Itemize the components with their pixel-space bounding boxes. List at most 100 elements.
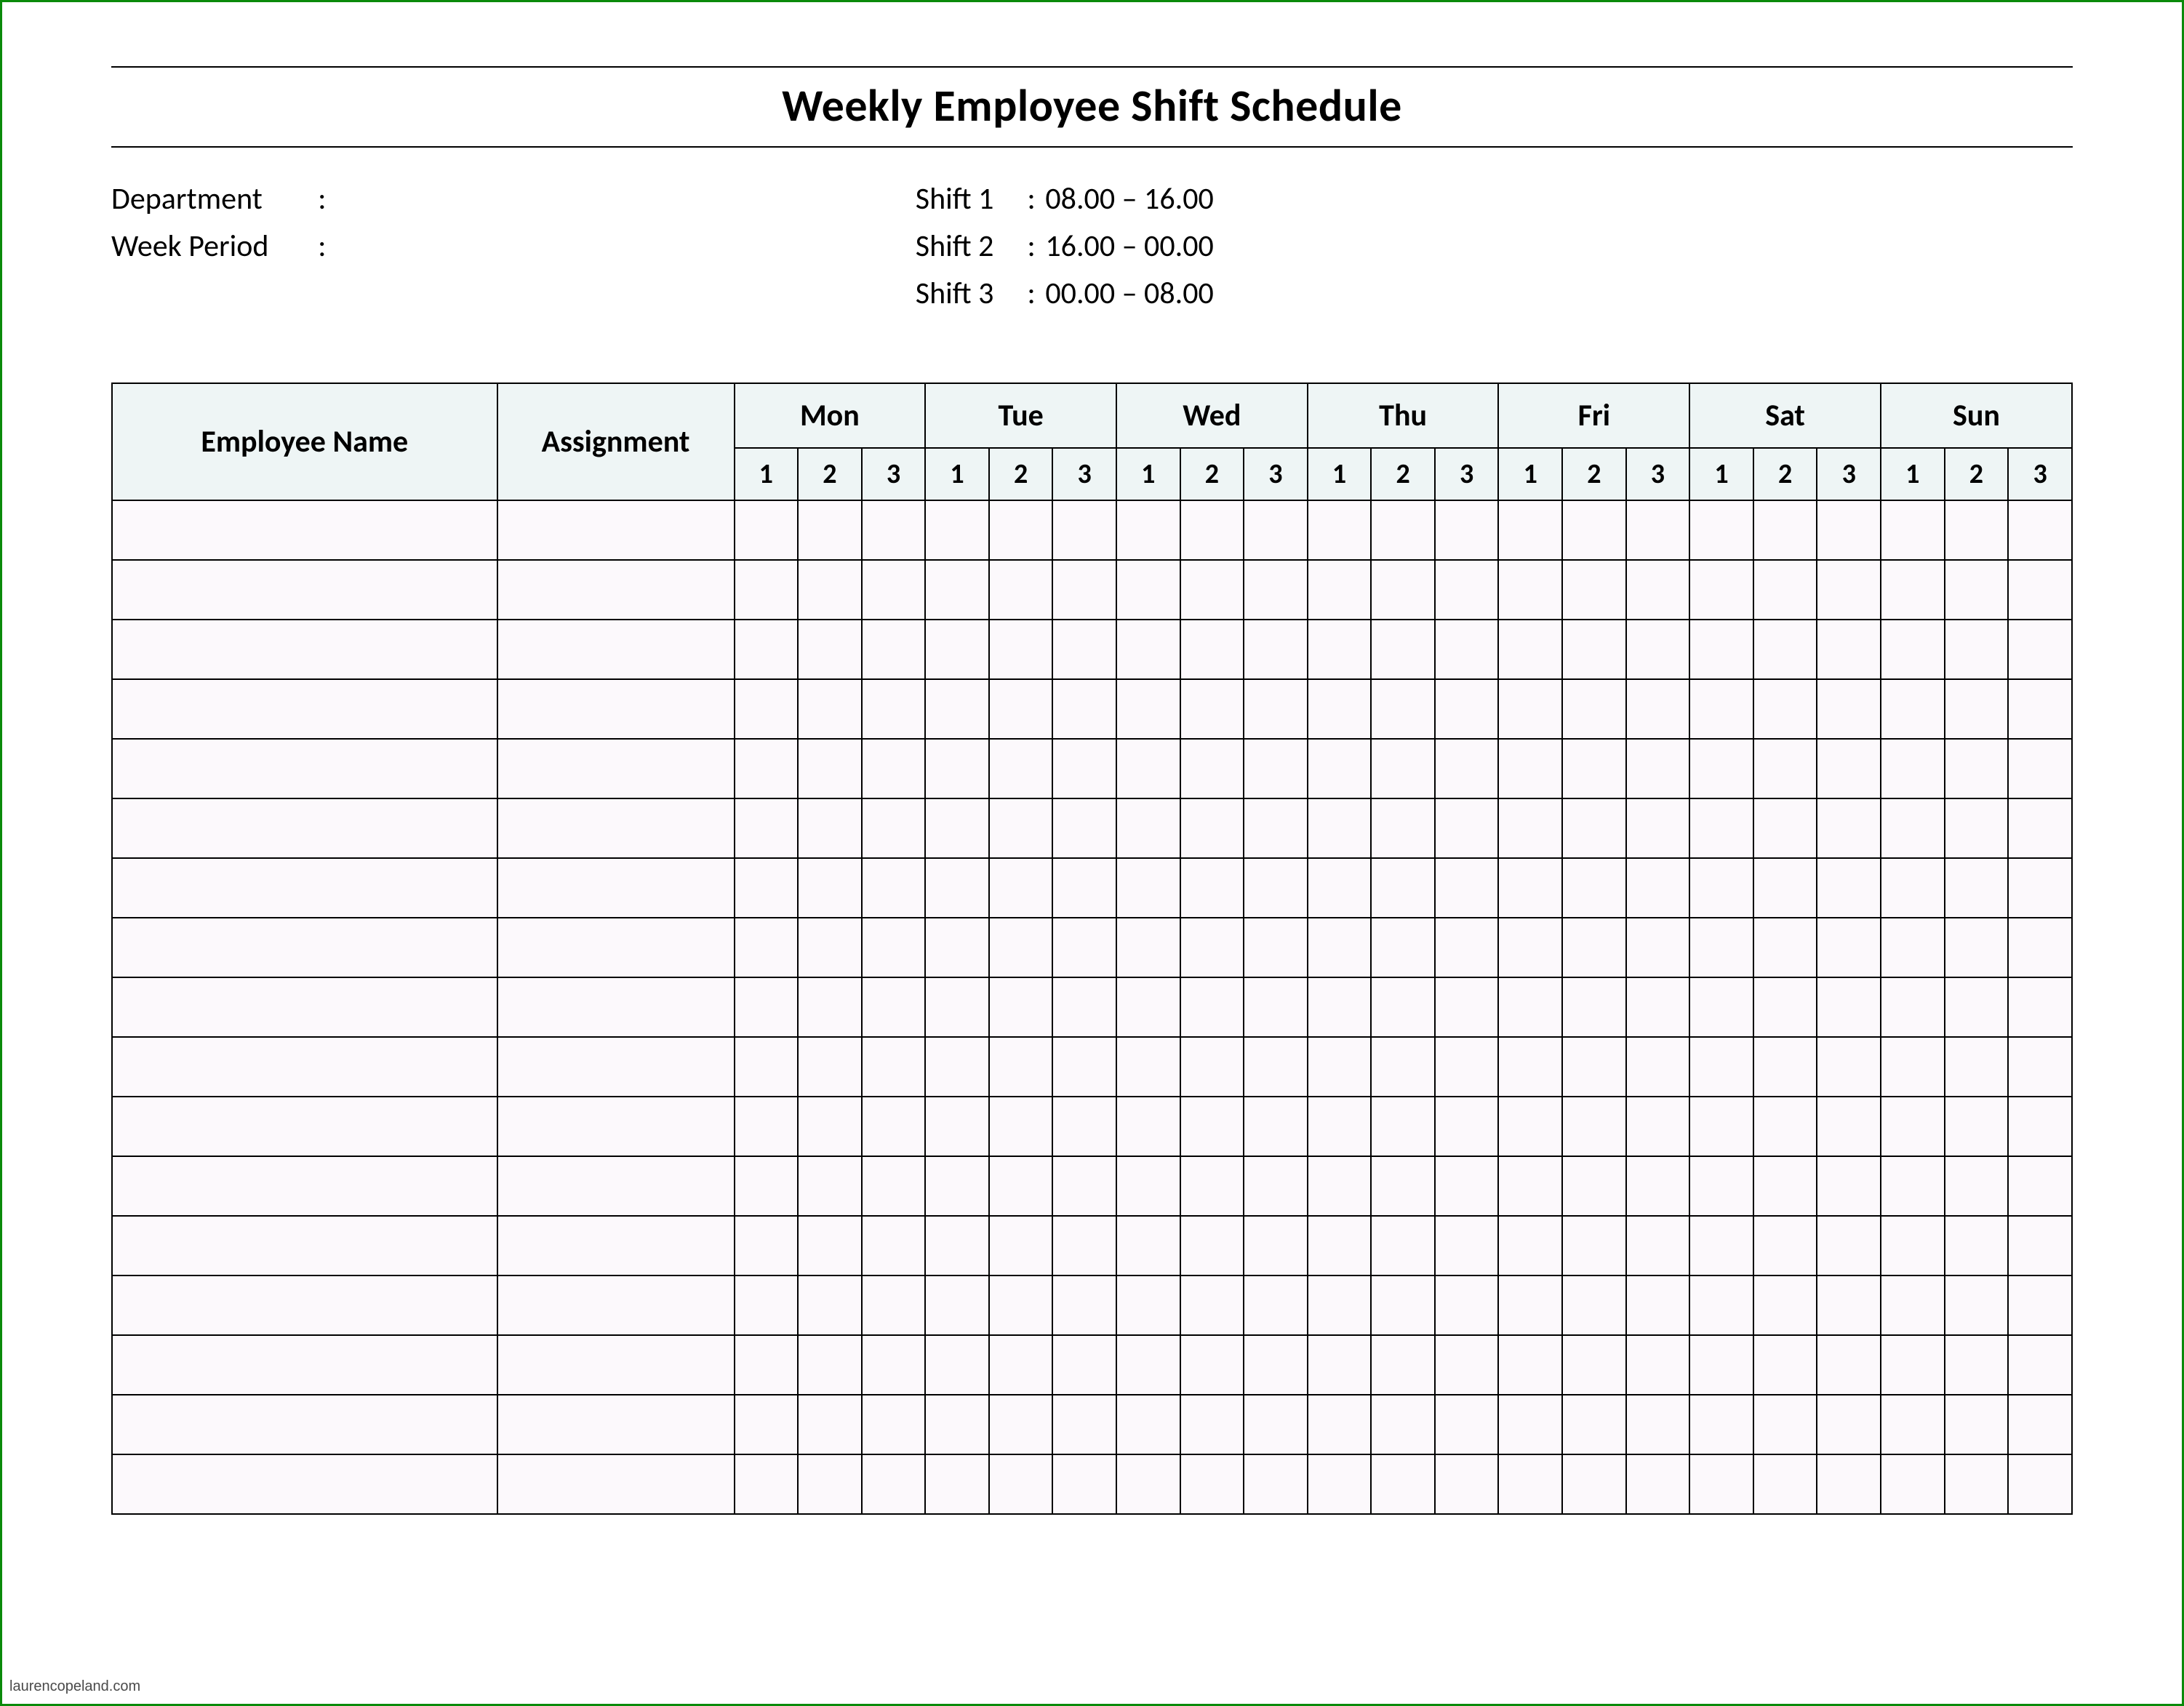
colon: :: [1020, 175, 1042, 223]
cell-shift: [1881, 798, 1945, 858]
cell-shift: [735, 977, 799, 1037]
cell-shift: [1308, 1395, 1372, 1454]
cell-shift: [1052, 1216, 1116, 1276]
cell-shift: [2008, 620, 2072, 679]
cell-shift: [1116, 1276, 1180, 1335]
cell-shift: [1817, 560, 1881, 620]
cell-shift: [1562, 798, 1626, 858]
cell-shift: [1116, 620, 1180, 679]
cell-shift: [1881, 739, 1945, 798]
cell-shift: [1945, 560, 2009, 620]
cell-shift: [1817, 1156, 1881, 1216]
cell-shift: [925, 1335, 989, 1395]
cell-shift: [735, 1335, 799, 1395]
cell-assignment: [497, 977, 735, 1037]
cell-shift: [1371, 1276, 1435, 1335]
cell-shift: [1689, 1097, 1753, 1156]
cell-shift: [1498, 500, 1562, 560]
header-row-days: Employee Name Assignment Mon Tue Wed Thu…: [112, 383, 2072, 448]
col-shift-num: 3: [1817, 448, 1881, 500]
cell-shift: [1308, 918, 1372, 977]
cell-shift: [1945, 500, 2009, 560]
cell-shift: [1371, 1216, 1435, 1276]
cell-shift: [1562, 1335, 1626, 1395]
cell-shift: [1817, 1335, 1881, 1395]
cell-shift: [1180, 620, 1244, 679]
cell-employee-name: [112, 1037, 497, 1097]
cell-shift: [1817, 798, 1881, 858]
cell-shift: [1052, 918, 1116, 977]
cell-shift: [1308, 977, 1372, 1037]
cell-employee-name: [112, 1216, 497, 1276]
cell-shift: [1116, 1037, 1180, 1097]
cell-shift: [1371, 1335, 1435, 1395]
cell-shift: [1817, 1276, 1881, 1335]
cell-shift: [1817, 858, 1881, 918]
col-day-sun: Sun: [1881, 383, 2072, 448]
cell-assignment: [497, 1454, 735, 1514]
cell-shift: [1945, 1395, 2009, 1454]
cell-shift: [989, 1156, 1053, 1216]
cell-shift: [989, 500, 1053, 560]
cell-shift: [862, 1335, 926, 1395]
cell-shift: [1116, 739, 1180, 798]
cell-shift: [1498, 1216, 1562, 1276]
cell-shift: [862, 1395, 926, 1454]
table-row: [112, 620, 2072, 679]
cell-shift: [1308, 1454, 1372, 1514]
cell-shift: [2008, 1097, 2072, 1156]
cell-assignment: [497, 1276, 735, 1335]
cell-shift: [862, 918, 926, 977]
cell-shift: [1626, 739, 1690, 798]
cell-shift: [925, 1395, 989, 1454]
cell-shift: [1626, 1216, 1690, 1276]
cell-assignment: [497, 1335, 735, 1395]
cell-shift: [862, 1097, 926, 1156]
cell-shift: [798, 560, 862, 620]
cell-shift: [1498, 1097, 1562, 1156]
cell-shift: [2008, 1395, 2072, 1454]
table-row: [112, 1335, 2072, 1395]
cell-shift: [1753, 798, 1817, 858]
cell-shift: [862, 1276, 926, 1335]
col-shift-num: 3: [1244, 448, 1308, 500]
cell-shift: [1116, 798, 1180, 858]
cell-shift: [1881, 500, 1945, 560]
cell-shift: [1116, 560, 1180, 620]
cell-shift: [1116, 679, 1180, 739]
col-shift-num: 2: [989, 448, 1053, 500]
col-shift-num: 2: [1180, 448, 1244, 500]
cell-shift: [1498, 1156, 1562, 1216]
cell-shift: [1244, 679, 1308, 739]
cell-shift: [1753, 1156, 1817, 1216]
cell-shift: [1244, 560, 1308, 620]
col-day-sat: Sat: [1689, 383, 1881, 448]
col-assignment: Assignment: [497, 383, 735, 500]
cell-shift: [1753, 977, 1817, 1037]
col-shift-num: 3: [1052, 448, 1116, 500]
cell-shift: [1881, 1216, 1945, 1276]
cell-shift: [1626, 560, 1690, 620]
col-shift-num: 3: [862, 448, 926, 500]
cell-shift: [1626, 1097, 1690, 1156]
week-period-line: Week Period :: [111, 223, 916, 270]
cell-shift: [798, 1097, 862, 1156]
shift-2-label: Shift 2: [916, 223, 1017, 270]
cell-shift: [1753, 500, 1817, 560]
cell-shift: [1180, 739, 1244, 798]
cell-shift: [1308, 1156, 1372, 1216]
cell-shift: [798, 798, 862, 858]
cell-shift: [1689, 679, 1753, 739]
cell-shift: [862, 977, 926, 1037]
cell-shift: [989, 1216, 1053, 1276]
cell-shift: [925, 679, 989, 739]
col-shift-num: 1: [1116, 448, 1180, 500]
cell-shift: [1689, 739, 1753, 798]
cell-shift: [1881, 1454, 1945, 1514]
cell-shift: [862, 500, 926, 560]
cell-employee-name: [112, 1395, 497, 1454]
cell-shift: [1626, 858, 1690, 918]
cell-shift: [862, 858, 926, 918]
table-row: [112, 918, 2072, 977]
cell-shift: [1753, 679, 1817, 739]
